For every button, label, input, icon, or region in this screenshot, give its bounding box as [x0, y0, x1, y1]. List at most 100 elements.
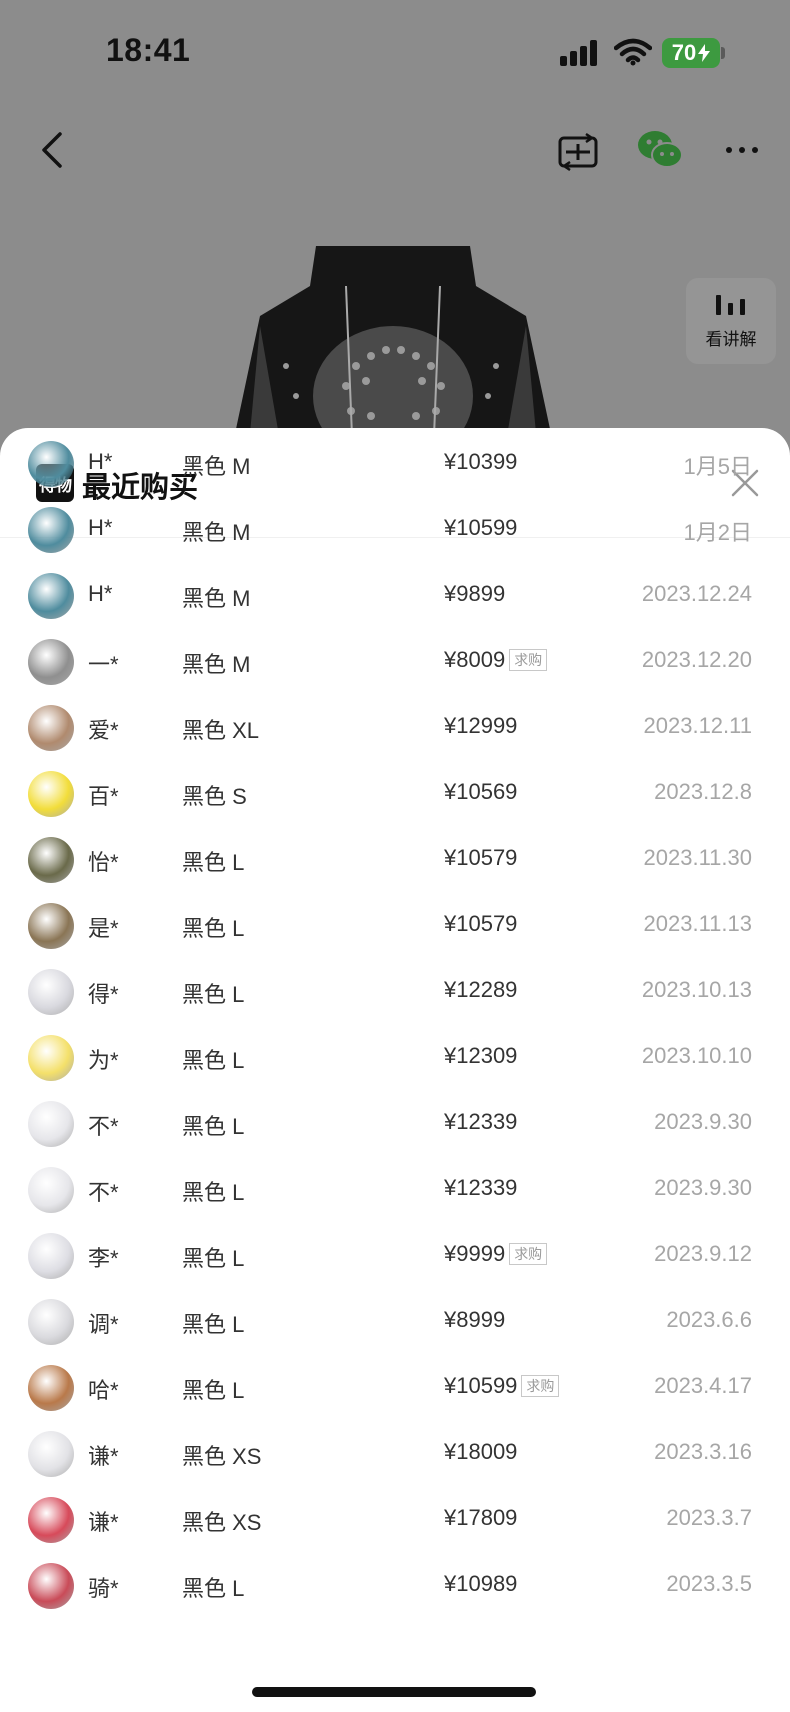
purchase-date: 2023.9.12 [654, 1241, 752, 1266]
price-value: ¥17809 [444, 1505, 518, 1530]
purchase-row: 李* 黑色 L ¥9999 求购 2023.9.12 [0, 1222, 790, 1288]
purchase-row: 谦* 黑色 XS ¥18009 2023.3.16 [0, 1420, 790, 1486]
buyer-name: 怡* [88, 850, 119, 875]
price-value: ¥9899 [444, 581, 506, 606]
price-value: ¥12309 [444, 1043, 518, 1068]
price-cell: ¥12289 [444, 977, 517, 1003]
buyer-name: 谦* [88, 1444, 119, 1469]
wechat-share-icon[interactable] [636, 128, 684, 172]
price-cell: ¥10579 [444, 845, 517, 871]
buyer-avatar [28, 771, 74, 817]
buyer-name: 是* [88, 916, 119, 941]
price-value: ¥10579 [444, 911, 518, 936]
buyer-name: 李* [88, 1246, 119, 1271]
price-value: ¥10599 [444, 1373, 518, 1398]
buyer-avatar [28, 705, 74, 751]
status-time: 18:41 [106, 32, 191, 68]
price-cell: ¥9899 [444, 581, 505, 607]
product-spec: 黑色 M [182, 520, 251, 545]
buyer-name: H* [88, 515, 113, 540]
buyer-name: 不* [88, 1180, 119, 1205]
more-options-icon[interactable] [722, 128, 762, 168]
buyer-name: 哈* [88, 1378, 119, 1403]
purchase-date: 1月2日 [683, 520, 752, 545]
buyer-name: 百* [88, 784, 119, 809]
wanted-buy-tag: 求购 [521, 1375, 560, 1397]
price-value: ¥12339 [444, 1109, 518, 1134]
buyer-name: 一* [88, 652, 119, 677]
purchase-date: 2023.9.30 [654, 1175, 752, 1200]
price-value: ¥10579 [444, 845, 518, 870]
buyer-name: 不* [88, 1114, 119, 1139]
purchase-row: 谦* 黑色 XS ¥17809 2023.3.7 [0, 1486, 790, 1552]
price-cell: ¥12339 [444, 1109, 517, 1135]
price-cell: ¥8999 [444, 1307, 505, 1333]
buyer-name: 谦* [88, 1510, 119, 1535]
buyer-avatar [28, 903, 74, 949]
product-spec: 黑色 XL [182, 718, 260, 743]
product-spec: 黑色 L [182, 1312, 245, 1337]
price-value: ¥8009 [444, 647, 506, 672]
bar-chart-icon [716, 294, 745, 315]
buyer-avatar [28, 1497, 74, 1543]
product-spec: 黑色 L [182, 1180, 245, 1205]
price-cell: ¥10569 [444, 779, 517, 805]
buyer-name: H* [88, 449, 113, 474]
price-value: ¥10989 [444, 1571, 518, 1596]
purchase-row: H* 黑色 M ¥9899 2023.12.24 [0, 562, 790, 628]
explain-button[interactable]: 看讲解 [686, 278, 776, 364]
product-spec: 黑色 XS [182, 1444, 262, 1469]
product-spec: 黑色 XS [182, 1510, 262, 1535]
buyer-avatar [28, 1101, 74, 1147]
product-spec: 黑色 L [182, 1114, 245, 1139]
purchase-date: 2023.3.5 [666, 1571, 752, 1596]
buyer-name: 为* [88, 1048, 119, 1073]
purchase-date: 2023.12.8 [654, 779, 752, 804]
buyer-avatar [28, 1299, 74, 1345]
product-spec: 黑色 L [182, 1048, 245, 1073]
purchase-date: 2023.3.16 [654, 1439, 752, 1464]
wanted-buy-tag: 求购 [509, 1243, 548, 1265]
back-chevron-icon[interactable] [36, 128, 70, 172]
price-value: ¥8999 [444, 1307, 506, 1332]
buyer-avatar [28, 1563, 74, 1609]
buyer-avatar [28, 1431, 74, 1477]
nav-bar [0, 110, 790, 190]
purchase-row: 不* 黑色 L ¥12339 2023.9.30 [0, 1090, 790, 1156]
purchase-date: 2023.11.13 [643, 911, 752, 936]
purchase-row: 是* 黑色 L ¥10579 2023.11.13 [0, 892, 790, 958]
price-cell: ¥12999 [444, 713, 517, 739]
purchase-row: H* 黑色 M ¥10599 1月2日 [0, 496, 790, 562]
purchase-date: 2023.4.17 [654, 1373, 752, 1398]
product-spec: 黑色 M [182, 652, 251, 677]
price-cell: ¥10599 [444, 515, 517, 541]
buyer-avatar [28, 639, 74, 685]
purchase-date: 2023.12.11 [643, 713, 752, 738]
product-spec: 黑色 M [182, 586, 251, 611]
price-cell: ¥10399 [444, 449, 517, 475]
purchase-row: 百* 黑色 S ¥10569 2023.12.8 [0, 760, 790, 826]
product-spec: 黑色 M [182, 454, 251, 479]
charging-bolt-icon [698, 44, 711, 62]
product-spec: 黑色 L [182, 1576, 245, 1601]
buyer-name: 爱* [88, 718, 119, 743]
price-cell: ¥12309 [444, 1043, 517, 1069]
purchase-date: 2023.12.24 [641, 581, 752, 606]
purchase-row: 哈* 黑色 L ¥10599 求购 2023.4.17 [0, 1354, 790, 1420]
price-value: ¥10399 [444, 449, 518, 474]
purchase-row: 一* 黑色 M ¥8009 求购 2023.12.20 [0, 628, 790, 694]
product-spec: 黑色 L [182, 1378, 245, 1403]
price-value: ¥10569 [444, 779, 518, 804]
sell-icon[interactable] [556, 130, 600, 174]
purchase-date: 2023.3.7 [666, 1505, 752, 1530]
purchase-date: 2023.11.30 [643, 845, 752, 870]
buyer-avatar [28, 837, 74, 883]
cellular-signal-icon [560, 40, 597, 66]
wifi-icon [614, 38, 652, 66]
price-cell: ¥8009 求购 [444, 647, 548, 673]
price-value: ¥18009 [444, 1439, 518, 1464]
buyer-name: H* [88, 581, 113, 606]
purchase-date: 2023.10.10 [641, 1043, 752, 1068]
status-bar: 18:41 70 [0, 0, 790, 100]
price-cell: ¥10989 [444, 1571, 517, 1597]
